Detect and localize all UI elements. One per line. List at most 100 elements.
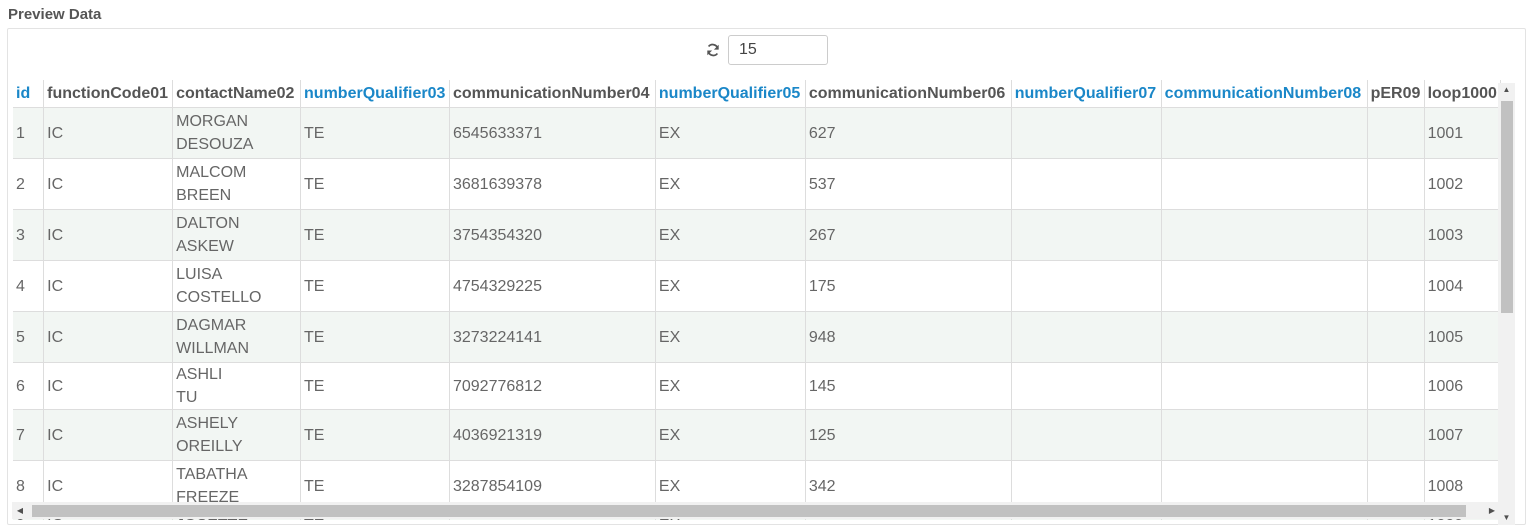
table-cell: 537 — [805, 158, 1012, 210]
table-cell: EX — [655, 158, 806, 210]
column-header[interactable]: loop1000 — [1424, 80, 1501, 108]
table-cell: 1 — [13, 107, 45, 159]
table-cell: DALTON ASKEW — [172, 209, 302, 261]
table-cell — [1161, 311, 1368, 363]
table-cell: 267 — [805, 209, 1012, 261]
table-cell — [1367, 260, 1425, 312]
table-row[interactable]: 4 IC LUISA COSTELLO TE 4754329225 EX 175 1004 — [13, 260, 1501, 312]
table-cell — [1367, 362, 1425, 410]
table-cell: 1004 — [1424, 260, 1501, 312]
table-cell: TE — [300, 362, 450, 410]
column-header[interactable]: communicationNumber08 — [1161, 80, 1368, 108]
table-cell: EX — [655, 362, 806, 410]
table-cell: 4 — [13, 260, 45, 312]
table-cell — [1011, 158, 1162, 210]
table-cell: 6 — [13, 362, 45, 410]
table-cell: ASHELY OREILLY — [172, 409, 302, 461]
table-cell — [1367, 311, 1425, 363]
table-cell — [1161, 158, 1368, 210]
table-cell — [1367, 209, 1425, 261]
table-header-row: id functionCode01 contactName02 numberQuali… — [13, 80, 1501, 108]
table-cell: 3754354320 — [449, 209, 656, 261]
table-cell: 2 — [13, 158, 45, 210]
table-cell: EX — [655, 209, 806, 261]
table-cell: 1006 — [1424, 362, 1501, 410]
table-cell: EX — [655, 409, 806, 461]
data-table: id functionCode01 contactName02 numberQuali… — [13, 80, 1501, 520]
table-cell — [1367, 107, 1425, 159]
column-header[interactable]: numberQualifier07 — [1011, 80, 1162, 108]
table-cell: 4754329225 — [449, 260, 656, 312]
table-cell: 1005 — [1424, 311, 1501, 363]
table-cell: 6545633371 — [449, 107, 656, 159]
scroll-right-arrow-icon[interactable]: ▶ — [1484, 502, 1500, 519]
scroll-down-arrow-icon[interactable]: ▼ — [1498, 511, 1515, 525]
data-grid: id functionCode01 contactName02 numberQuali… — [13, 80, 1501, 520]
table-cell: ASHLI TU — [172, 362, 302, 410]
table-cell: IC — [43, 409, 174, 461]
vertical-scrollbar[interactable]: ▲ ▼ — [1498, 83, 1515, 525]
table-row[interactable]: 5 IC DAGMAR WILLMAN TE 3273224141 EX 948 1005 — [13, 311, 1501, 363]
table-cell — [1011, 362, 1162, 410]
table-cell — [1011, 260, 1162, 312]
column-header[interactable]: communicationNumber04 — [449, 80, 656, 108]
horizontal-scrollbar[interactable]: ◀ ▶ — [12, 502, 1500, 519]
table-cell: IC — [43, 158, 174, 210]
table-cell: IC — [43, 260, 174, 312]
column-header[interactable]: numberQualifier03 — [300, 80, 450, 108]
column-header[interactable]: communicationNumber06 — [805, 80, 1012, 108]
table-cell: MORGAN DESOUZA — [172, 107, 302, 159]
table-row[interactable]: 3 IC DALTON ASKEW TE 3754354320 EX 267 1003 — [13, 209, 1501, 261]
refresh-icon[interactable] — [706, 43, 720, 57]
table-cell: 7 — [13, 409, 45, 461]
column-header[interactable]: contactName02 — [172, 80, 302, 108]
table-cell — [1011, 209, 1162, 261]
row-count-input[interactable] — [728, 35, 828, 65]
table-cell — [1161, 362, 1368, 410]
table-cell: 1007 — [1424, 409, 1501, 461]
toolbar — [706, 34, 828, 66]
table-cell: 3681639378 — [449, 158, 656, 210]
table-cell: IC — [43, 311, 174, 363]
table-cell: TE — [300, 260, 450, 312]
column-header[interactable]: numberQualifier05 — [655, 80, 806, 108]
table-cell: 1001 — [1424, 107, 1501, 159]
table-cell: TE — [300, 409, 450, 461]
table-cell: 145 — [805, 362, 1012, 410]
table-cell — [1367, 409, 1425, 461]
table-cell: 948 — [805, 311, 1012, 363]
table-cell: 5 — [13, 311, 45, 363]
table-cell — [1011, 311, 1162, 363]
table-cell: EX — [655, 107, 806, 159]
vertical-scroll-thumb[interactable] — [1501, 101, 1513, 313]
panel-title: Preview Data — [8, 6, 102, 23]
column-header[interactable]: id — [13, 80, 45, 108]
table-cell: IC — [43, 107, 174, 159]
table-cell: 1002 — [1424, 158, 1501, 210]
table-cell: DAGMAR WILLMAN — [172, 311, 302, 363]
table-cell: 4036921319 — [449, 409, 656, 461]
column-header[interactable]: pER09 — [1367, 80, 1425, 108]
table-cell: 3 — [13, 209, 45, 261]
scroll-up-arrow-icon[interactable]: ▲ — [1498, 83, 1515, 97]
preview-data-panel: idfunctionCode01contactName02numberQuali… — [7, 28, 1526, 525]
table-row[interactable]: 7 IC ASHELY OREILLY TE 4036921319 EX 125 1007 — [13, 409, 1501, 461]
table-cell — [1161, 107, 1368, 159]
scroll-left-arrow-icon[interactable]: ◀ — [12, 502, 28, 519]
table-cell: MALCOM BREEN — [172, 158, 302, 210]
table-cell — [1367, 158, 1425, 210]
table-cell — [1161, 209, 1368, 261]
table-row[interactable]: 2 IC MALCOM BREEN TE 3681639378 EX 537 1002 — [13, 158, 1501, 210]
column-header[interactable]: functionCode01 — [43, 80, 174, 108]
table-row[interactable]: 6 IC ASHLI TU TE 7092776812 EX 145 1006 — [13, 362, 1501, 410]
table-cell: 627 — [805, 107, 1012, 159]
table-cell: TE — [300, 311, 450, 363]
table-row[interactable]: 1 IC MORGAN DESOUZA TE 6545633371 EX 627 1001 — [13, 107, 1501, 159]
table-cell: 175 — [805, 260, 1012, 312]
table-cell — [1161, 260, 1368, 312]
table-cell: TE — [300, 158, 450, 210]
table-cell: 7092776812 — [449, 362, 656, 410]
table-cell: TE — [300, 107, 450, 159]
horizontal-scroll-thumb[interactable] — [32, 505, 1466, 517]
table-cell: 125 — [805, 409, 1012, 461]
